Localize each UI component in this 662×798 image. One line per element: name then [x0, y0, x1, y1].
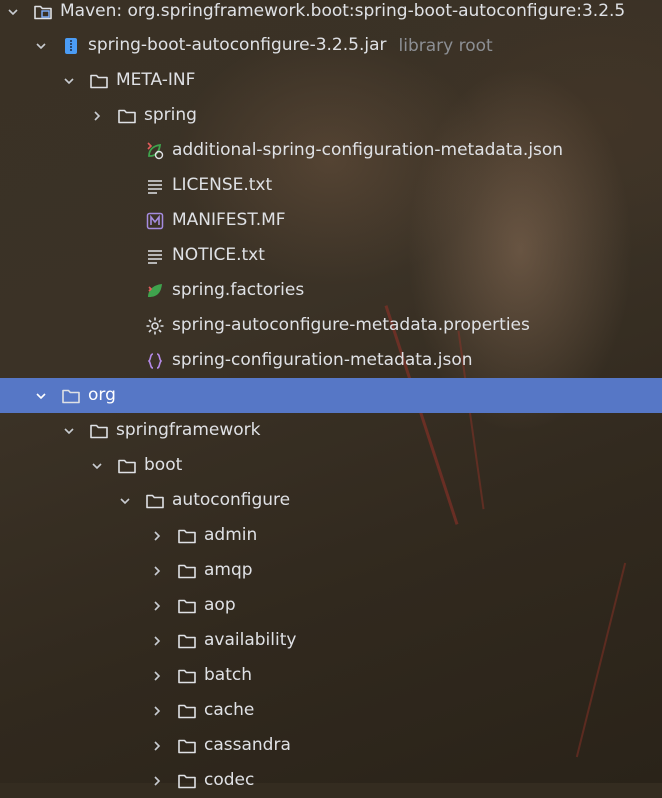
chevron-right-icon[interactable] — [88, 107, 106, 125]
chevron-down-icon[interactable] — [60, 422, 78, 440]
tree-node-label: cache — [204, 700, 255, 720]
tree-node-label: LICENSE.txt — [172, 175, 273, 195]
tree-node-label: MANIFEST.MF — [172, 210, 286, 230]
chevron-placeholder — [116, 317, 134, 335]
spring-json-icon — [144, 141, 166, 161]
tree-node[interactable]: boot — [0, 448, 662, 483]
tree-node[interactable]: cache — [0, 693, 662, 728]
tree-node[interactable]: MANIFEST.MF — [0, 203, 662, 238]
tree-node[interactable]: spring-configuration-metadata.json — [0, 343, 662, 378]
chevron-right-icon[interactable] — [148, 562, 166, 580]
chevron-down-icon[interactable] — [32, 387, 50, 405]
folder-icon — [60, 386, 82, 406]
folder-icon — [176, 631, 198, 651]
tree-node-label: availability — [204, 630, 297, 650]
tree-node[interactable]: NOTICE.txt — [0, 238, 662, 273]
folder-icon — [176, 526, 198, 546]
chevron-placeholder — [116, 247, 134, 265]
folder-icon — [176, 666, 198, 686]
chevron-right-icon[interactable] — [148, 702, 166, 720]
tree-node-label: springframework — [116, 420, 261, 440]
gear-icon — [144, 316, 166, 336]
tree-node-label: codec — [204, 770, 255, 790]
chevron-right-icon[interactable] — [148, 597, 166, 615]
chevron-right-icon[interactable] — [148, 737, 166, 755]
tree-node-label: spring-autoconfigure-metadata.properties — [172, 315, 530, 335]
tree-node-label: boot — [144, 455, 183, 475]
folder-icon — [176, 596, 198, 616]
tree-node[interactable]: codec — [0, 763, 662, 798]
folder-icon — [88, 71, 110, 91]
chevron-right-icon[interactable] — [148, 527, 166, 545]
chevron-down-icon[interactable] — [32, 37, 50, 55]
tree-node-label: admin — [204, 525, 258, 545]
library-root-hint: library root — [398, 35, 493, 56]
tree-node[interactable]: cassandra — [0, 728, 662, 763]
tree-node[interactable]: spring-autoconfigure-metadata.properties — [0, 308, 662, 343]
folder-icon — [176, 736, 198, 756]
tree-node[interactable]: spring-boot-autoconfigure-3.2.5.jar libra… — [0, 28, 662, 63]
tree-node[interactable]: batch — [0, 658, 662, 693]
json-icon — [144, 351, 166, 371]
tree-node-label: batch — [204, 665, 252, 685]
tree-node-label: cassandra — [204, 735, 291, 755]
chevron-down-icon[interactable] — [60, 72, 78, 90]
chevron-placeholder — [116, 177, 134, 195]
library-icon — [32, 2, 54, 22]
tree-node[interactable]: Maven: org.springframework.boot:spring-b… — [0, 0, 662, 29]
tree-node-label: META-INF — [116, 70, 196, 90]
tree-node-label: spring — [144, 105, 197, 125]
tree-node-label: Maven: org.springframework.boot:spring-b… — [60, 1, 626, 21]
folder-icon — [116, 456, 138, 476]
tree-node-label: spring-configuration-metadata.json — [172, 350, 473, 370]
tree-node-label: NOTICE.txt — [172, 245, 265, 265]
folder-icon — [88, 421, 110, 441]
spring-factories-icon — [144, 281, 166, 301]
tree-node[interactable]: autoconfigure — [0, 483, 662, 518]
chevron-down-icon[interactable] — [116, 492, 134, 510]
folder-icon — [176, 561, 198, 581]
tree-node[interactable]: aop — [0, 588, 662, 623]
chevron-right-icon[interactable] — [148, 772, 166, 790]
chevron-down-icon[interactable] — [4, 3, 22, 21]
tree-node[interactable]: admin — [0, 518, 662, 553]
tree-node-label: autoconfigure — [172, 490, 291, 510]
tree-node[interactable]: availability — [0, 623, 662, 658]
folder-icon — [176, 771, 198, 791]
chevron-placeholder — [116, 142, 134, 160]
tree-node[interactable]: amqp — [0, 553, 662, 588]
chevron-down-icon[interactable] — [88, 457, 106, 475]
tree-node[interactable]: springframework — [0, 413, 662, 448]
tree-node-label: spring-boot-autoconfigure-3.2.5.jar — [88, 35, 387, 55]
chevron-right-icon[interactable] — [148, 632, 166, 650]
text-file-icon — [144, 176, 166, 196]
tree-node-label: aop — [204, 595, 236, 615]
tree-node[interactable]: additional-spring-configuration-metadata… — [0, 133, 662, 168]
tree-node-label: spring.factories — [172, 280, 305, 300]
jar-icon — [60, 36, 82, 56]
tree-node-label: additional-spring-configuration-metadata… — [172, 140, 564, 160]
chevron-placeholder — [116, 282, 134, 300]
tree-node[interactable]: spring — [0, 98, 662, 133]
tree-node-label: amqp — [204, 560, 253, 580]
manifest-icon — [144, 211, 166, 231]
tree-node[interactable]: spring.factories — [0, 273, 662, 308]
folder-icon — [144, 491, 166, 511]
tree-node-label: org — [88, 385, 116, 405]
folder-icon — [176, 701, 198, 721]
chevron-placeholder — [116, 352, 134, 370]
tree-node-selected[interactable]: org — [0, 378, 662, 413]
chevron-placeholder — [116, 212, 134, 230]
chevron-right-icon[interactable] — [148, 667, 166, 685]
folder-icon — [116, 106, 138, 126]
text-file-icon — [144, 246, 166, 266]
tree-node[interactable]: LICENSE.txt — [0, 168, 662, 203]
tree-node[interactable]: META-INF — [0, 63, 662, 98]
